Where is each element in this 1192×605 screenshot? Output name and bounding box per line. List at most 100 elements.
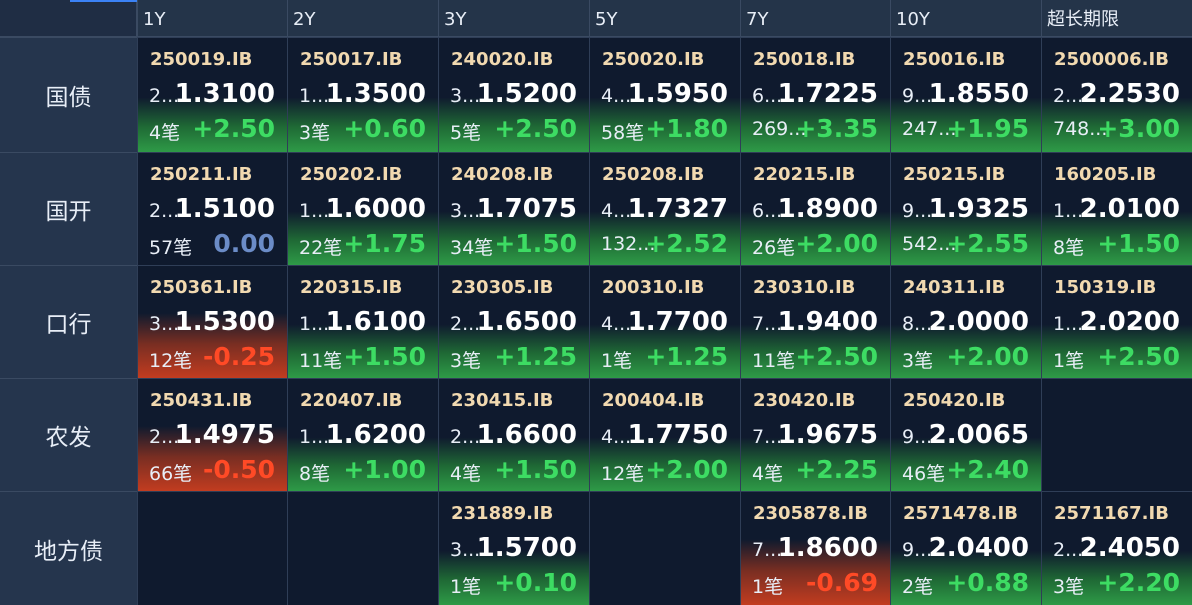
trade-count: 1笔 <box>752 576 784 598</box>
column-header-5[interactable]: 10Y <box>890 0 1041 37</box>
bond-code: 220215.IB <box>753 164 856 185</box>
bond-quote-cell[interactable]: 250016.IB 9... 1.8550 247... +1.95 <box>890 37 1041 152</box>
yield-change: +3.35 <box>795 114 878 143</box>
bond-code: 250016.IB <box>903 49 1006 70</box>
bond-quote-cell[interactable]: 240311.IB 8... 2.0000 3笔 +2.00 <box>890 265 1041 378</box>
yield-change: +1.25 <box>494 342 577 371</box>
column-header-6[interactable]: 超长期限 <box>1041 0 1192 37</box>
yield-change: -0.69 <box>805 568 878 597</box>
row-header-2[interactable]: 口行 <box>0 265 137 378</box>
yield-change: +1.50 <box>494 455 577 484</box>
row-header-4[interactable]: 地方债 <box>0 491 137 605</box>
bond-code: 2305878.IB <box>753 503 868 524</box>
bond-quote-cell[interactable]: 2305878.IB 7... 1.8600 1笔 -0.69 <box>740 491 890 605</box>
trade-count: 66笔 <box>149 463 193 485</box>
yield-value: 2.0065 <box>928 420 1029 450</box>
yield-value: 1.6500 <box>476 307 577 337</box>
bond-quote-cell[interactable]: 2500006.IB 2... 2.2530 748... +3.00 <box>1041 37 1192 152</box>
bond-quote-cell[interactable]: 200310.IB 4... 1.7700 1笔 +1.25 <box>589 265 740 378</box>
yield-change: +1.50 <box>343 342 426 371</box>
row-header-3[interactable]: 农发 <box>0 378 137 491</box>
bond-quote-cell[interactable]: 250215.IB 9... 1.9325 542... +2.55 <box>890 152 1041 265</box>
yield-change: +2.50 <box>795 342 878 371</box>
column-header-1[interactable]: 2Y <box>287 0 438 37</box>
bond-code: 250202.IB <box>300 164 403 185</box>
bond-quote-cell[interactable]: 250211.IB 2... 1.5100 57笔 0.00 <box>137 152 287 265</box>
bond-quote-cell[interactable]: 250019.IB 2... 1.3100 4笔 +2.50 <box>137 37 287 152</box>
yield-value: 1.5300 <box>174 307 275 337</box>
yield-change: +2.50 <box>494 114 577 143</box>
column-header-3[interactable]: 5Y <box>589 0 740 37</box>
bond-quote-cell[interactable]: 230415.IB 2... 1.6600 4笔 +1.50 <box>438 378 589 491</box>
empty-cell <box>287 491 438 605</box>
yield-value: 1.7327 <box>627 194 728 224</box>
bond-quote-cell[interactable]: 250420.IB 9... 2.0065 46笔 +2.40 <box>890 378 1041 491</box>
bond-quote-cell[interactable]: 150319.IB 1... 2.0200 1笔 +2.50 <box>1041 265 1192 378</box>
yield-change: +0.10 <box>494 568 577 597</box>
yield-change: +2.55 <box>946 229 1029 258</box>
bond-quote-cell[interactable]: 220407.IB 1... 1.6200 8笔 +1.00 <box>287 378 438 491</box>
yield-value: 1.7700 <box>627 307 728 337</box>
bond-quote-cell[interactable]: 200404.IB 4... 1.7750 12笔 +2.00 <box>589 378 740 491</box>
bond-code: 230415.IB <box>451 390 554 411</box>
bond-quote-cell[interactable]: 250020.IB 4... 1.5950 58笔 +1.80 <box>589 37 740 152</box>
bond-quote-cell[interactable]: 160205.IB 1... 2.0100 8笔 +1.50 <box>1041 152 1192 265</box>
yield-change: +2.52 <box>645 229 728 258</box>
yield-change: +2.00 <box>946 342 1029 371</box>
yield-value: 1.6000 <box>325 194 426 224</box>
yield-value: 1.5700 <box>476 533 577 563</box>
row-header-0[interactable]: 国债 <box>0 37 137 152</box>
bond-code: 230305.IB <box>451 277 554 298</box>
yield-change: +0.60 <box>343 114 426 143</box>
empty-cell <box>137 491 287 605</box>
bond-quote-cell[interactable]: 230420.IB 7... 1.9675 4笔 +2.25 <box>740 378 890 491</box>
trade-count: 12笔 <box>149 350 193 372</box>
bond-quote-cell[interactable]: 240020.IB 3... 1.5200 5笔 +2.50 <box>438 37 589 152</box>
bond-code: 230420.IB <box>753 390 856 411</box>
column-header-2[interactable]: 3Y <box>438 0 589 37</box>
bond-quote-cell[interactable]: 2571167.IB 2... 2.4050 3笔 +2.20 <box>1041 491 1192 605</box>
yield-value: 2.2530 <box>1079 79 1180 109</box>
empty-cell <box>589 491 740 605</box>
yield-change: +1.50 <box>494 229 577 258</box>
yield-value: 1.8900 <box>777 194 878 224</box>
bond-code: 200404.IB <box>602 390 705 411</box>
bond-quote-cell[interactable]: 230310.IB 7... 1.9400 11笔 +2.50 <box>740 265 890 378</box>
bond-code: 250361.IB <box>150 277 253 298</box>
yield-value: 1.6600 <box>476 420 577 450</box>
bond-quote-cell[interactable]: 2571478.IB 9... 2.0400 2笔 +0.88 <box>890 491 1041 605</box>
yield-value: 1.9675 <box>777 420 878 450</box>
yield-change: +1.25 <box>645 342 728 371</box>
bond-quote-cell[interactable]: 250018.IB 6... 1.7225 269... +3.35 <box>740 37 890 152</box>
column-header-0[interactable]: 1Y <box>137 0 287 37</box>
yield-change: -0.50 <box>202 455 275 484</box>
bond-quote-cell[interactable]: 230305.IB 2... 1.6500 3笔 +1.25 <box>438 265 589 378</box>
yield-value: 1.7075 <box>476 194 577 224</box>
bond-code: 250019.IB <box>150 49 253 70</box>
bond-quote-cell[interactable]: 250202.IB 1... 1.6000 22笔 +1.75 <box>287 152 438 265</box>
bond-code: 160205.IB <box>1054 164 1157 185</box>
column-header-4[interactable]: 7Y <box>740 0 890 37</box>
bond-quote-cell[interactable]: 250208.IB 4... 1.7327 132... +2.52 <box>589 152 740 265</box>
bond-quote-cell[interactable]: 231889.IB 3... 1.5700 1笔 +0.10 <box>438 491 589 605</box>
yield-value: 1.3500 <box>325 79 426 109</box>
yield-change: +0.88 <box>946 568 1029 597</box>
bond-code: 2571167.IB <box>1054 503 1169 524</box>
bond-quote-cell[interactable]: 240208.IB 3... 1.7075 34笔 +1.50 <box>438 152 589 265</box>
yield-value: 2.0000 <box>928 307 1029 337</box>
bond-quote-cell[interactable]: 220215.IB 6... 1.8900 26笔 +2.00 <box>740 152 890 265</box>
bond-quote-cell[interactable]: 250361.IB 3... 1.5300 12笔 -0.25 <box>137 265 287 378</box>
trade-count: 57笔 <box>149 237 193 259</box>
yield-change: +3.00 <box>1097 114 1180 143</box>
row-header-1[interactable]: 国开 <box>0 152 137 265</box>
yield-change: +1.50 <box>1097 229 1180 258</box>
yield-change: +2.20 <box>1097 568 1180 597</box>
yield-change: +1.95 <box>946 114 1029 143</box>
bond-yield-grid: 1Y 2Y 3Y 5Y 7Y 10Y 超长期限国债 250019.IB 2... 1.3100 4笔… <box>0 0 1192 605</box>
bond-quote-cell[interactable]: 250017.IB 1... 1.3500 3笔 +0.60 <box>287 37 438 152</box>
yield-value: 1.8550 <box>928 79 1029 109</box>
bond-code: 250018.IB <box>753 49 856 70</box>
bond-quote-cell[interactable]: 250431.IB 2... 1.4975 66笔 -0.50 <box>137 378 287 491</box>
yield-change: -0.25 <box>202 342 275 371</box>
bond-quote-cell[interactable]: 220315.IB 1... 1.6100 11笔 +1.50 <box>287 265 438 378</box>
